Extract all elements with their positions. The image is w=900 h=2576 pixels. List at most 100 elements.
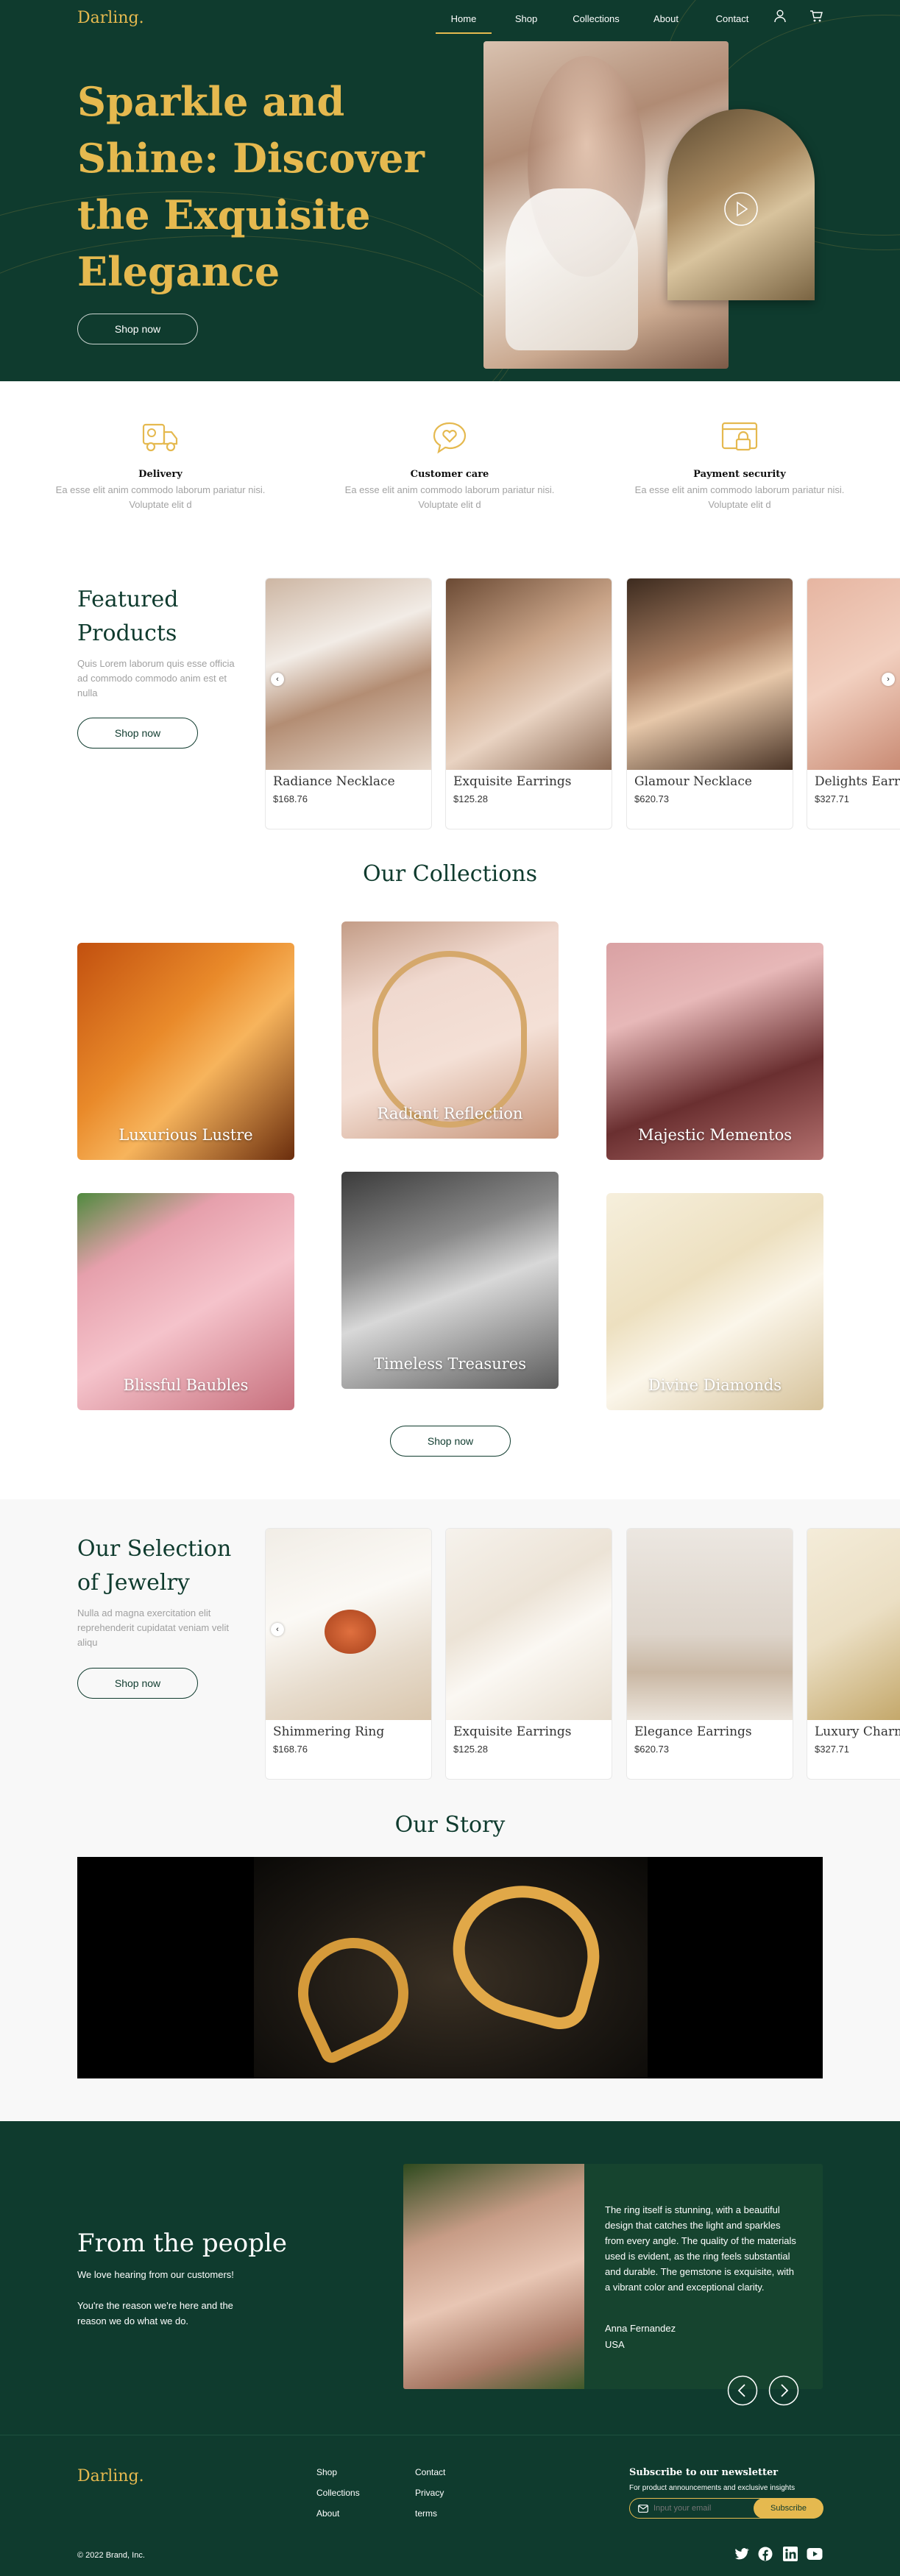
- selection-shop-now-button[interactable]: Shop now: [77, 1668, 198, 1699]
- product-price: $168.76: [273, 793, 308, 804]
- subscribe-button[interactable]: Subscribe: [754, 2498, 823, 2519]
- carousel-prev-arrow[interactable]: ‹: [271, 1623, 284, 1636]
- product-card[interactable]: Exquisite Earrings $125.28: [445, 1528, 612, 1780]
- nav-home[interactable]: Home: [434, 13, 493, 34]
- product-card[interactable]: Radiance Necklace $168.76: [265, 578, 432, 829]
- footer-logo[interactable]: Darling.: [77, 2467, 144, 2485]
- collections-shop-now-button[interactable]: Shop now: [390, 1426, 511, 1457]
- nav-collections[interactable]: Collections: [559, 13, 633, 24]
- product-card[interactable]: Exquisite Earrings $125.28: [445, 578, 612, 829]
- feature-customer-care: Customer care Ea esse elit anim commodo …: [339, 416, 560, 512]
- nav-contact[interactable]: Contact: [699, 13, 765, 24]
- product-price: $620.73: [634, 1744, 669, 1755]
- linkedin-icon[interactable]: [783, 2547, 798, 2561]
- selection-title: Our Selection of Jewelry: [77, 1536, 232, 1596]
- footer-link-shop[interactable]: Shop: [316, 2467, 337, 2477]
- collection-card[interactable]: Radiant Reflection: [341, 921, 559, 1139]
- testimonial-next-button[interactable]: [768, 2375, 799, 2406]
- product-name: Radiance Necklace: [273, 774, 395, 789]
- selection-description: Nulla ad magna exercitation elit reprehe…: [77, 1607, 229, 1648]
- footer-link-contact[interactable]: Contact: [415, 2467, 445, 2477]
- carousel-prev-arrow[interactable]: ‹: [271, 673, 284, 686]
- collection-card[interactable]: Divine Diamonds: [606, 1193, 823, 1410]
- story-title: Our Story: [394, 1812, 506, 1838]
- testimonial-country: USA: [605, 2339, 625, 2350]
- brand-logo[interactable]: Darling.: [77, 9, 144, 27]
- newsletter-description: For product announcements and exclusive …: [629, 2484, 796, 2492]
- customer-care-heart-icon: [428, 416, 472, 460]
- feature-title: Payment security: [693, 469, 786, 480]
- collection-name: Luxurious Lustre: [118, 1126, 253, 1144]
- twitter-icon[interactable]: [734, 2547, 749, 2561]
- product-card[interactable]: Luxury Charms $327.71: [807, 1528, 900, 1780]
- nav-about[interactable]: About: [633, 13, 699, 24]
- product-image: [446, 1529, 612, 1720]
- product-price: $125.28: [453, 1744, 488, 1755]
- carousel-next-arrow[interactable]: ›: [882, 673, 895, 686]
- product-name: Elegance Earrings: [634, 1724, 752, 1739]
- footer: Darling. Shop Collections About Contact …: [0, 2435, 900, 2576]
- collection-card[interactable]: Blissful Baubles: [77, 1193, 294, 1410]
- product-price: $168.76: [273, 1744, 308, 1755]
- feature-title: Delivery: [138, 469, 183, 480]
- product-name: Delights Earrin: [815, 774, 900, 789]
- testimonials-title: From the people: [77, 2229, 287, 2258]
- product-image: [807, 1529, 900, 1720]
- product-card[interactable]: Delights Earrin $327.71: [807, 578, 900, 829]
- product-image: [266, 578, 431, 770]
- hero-video-thumbnail[interactable]: [667, 109, 815, 300]
- testimonial-photo: [403, 2164, 584, 2389]
- product-price: $327.71: [815, 1744, 849, 1755]
- delivery-truck-icon: [138, 416, 183, 460]
- footer-link-terms[interactable]: terms: [415, 2508, 437, 2519]
- product-name: Glamour Necklace: [634, 774, 752, 789]
- copyright: © 2022 Brand, Inc.: [77, 2551, 145, 2560]
- testimonials-desc-line2: You're the reason we're here and the rea…: [77, 2300, 233, 2326]
- featured-title: Featured Products: [77, 587, 179, 646]
- product-price: $327.71: [815, 793, 849, 804]
- collection-card[interactable]: Timeless Treasures: [341, 1172, 559, 1389]
- product-card[interactable]: Shimmering Ring $168.76: [265, 1528, 432, 1780]
- collection-card[interactable]: Majestic Mementos: [606, 943, 823, 1160]
- cart-icon[interactable]: [809, 10, 823, 23]
- testimonials-desc-line1: We love hearing from our customers!: [77, 2269, 234, 2280]
- testimonial-card: The ring itself is stunning, with a beau…: [403, 2164, 823, 2389]
- user-icon[interactable]: [774, 10, 786, 23]
- collection-name: Radiant Reflection: [377, 1105, 523, 1122]
- feature-text: Ea esse elit anim commodo laborum pariat…: [634, 484, 845, 510]
- feature-title: Customer care: [410, 469, 489, 480]
- feature-payment-security: Payment security Ea esse elit anim commo…: [629, 416, 850, 512]
- product-image: [627, 578, 793, 770]
- story-video[interactable]: [77, 1857, 823, 2078]
- story-video-frame: [254, 1857, 648, 2078]
- product-name: Luxury Charms: [815, 1724, 900, 1739]
- newsletter-email-input[interactable]: [653, 2502, 749, 2515]
- product-card[interactable]: Glamour Necklace $620.73: [626, 578, 793, 829]
- newsletter-form: Subscribe: [629, 2498, 823, 2519]
- featured-description: Quis Lorem laborum quis esse officia ad …: [77, 658, 235, 698]
- testimonial-author: Anna Fernandez: [605, 2323, 676, 2334]
- youtube-icon[interactable]: [807, 2547, 823, 2561]
- hero-title: Sparkle and Shine: Discover the Exquisit…: [77, 78, 425, 295]
- collection-name: Majestic Mementos: [638, 1126, 792, 1144]
- feature-text: Ea esse elit anim commodo laborum pariat…: [344, 484, 555, 510]
- play-icon[interactable]: [723, 191, 759, 227]
- product-image: [627, 1529, 793, 1720]
- nav-shop[interactable]: Shop: [493, 13, 559, 24]
- featured-shop-now-button[interactable]: Shop now: [77, 718, 198, 749]
- product-card[interactable]: Elegance Earrings $620.73: [626, 1528, 793, 1780]
- product-price: $620.73: [634, 793, 669, 804]
- product-image: [446, 578, 612, 770]
- newsletter-title: Subscribe to our newsletter: [629, 2467, 779, 2478]
- footer-link-collections[interactable]: Collections: [316, 2488, 360, 2498]
- hero-shop-now-button[interactable]: Shop now: [77, 314, 198, 344]
- facebook-icon[interactable]: [758, 2547, 773, 2561]
- collection-name: Divine Diamonds: [648, 1376, 782, 1394]
- collection-name: Blissful Baubles: [123, 1376, 249, 1394]
- footer-link-privacy[interactable]: Privacy: [415, 2488, 444, 2498]
- collection-card[interactable]: Luxurious Lustre: [77, 943, 294, 1160]
- product-image: [266, 1529, 431, 1720]
- testimonial-prev-button[interactable]: [727, 2375, 758, 2406]
- footer-link-about[interactable]: About: [316, 2508, 339, 2519]
- testimonial-quote: The ring itself is stunning, with a beau…: [605, 2204, 796, 2293]
